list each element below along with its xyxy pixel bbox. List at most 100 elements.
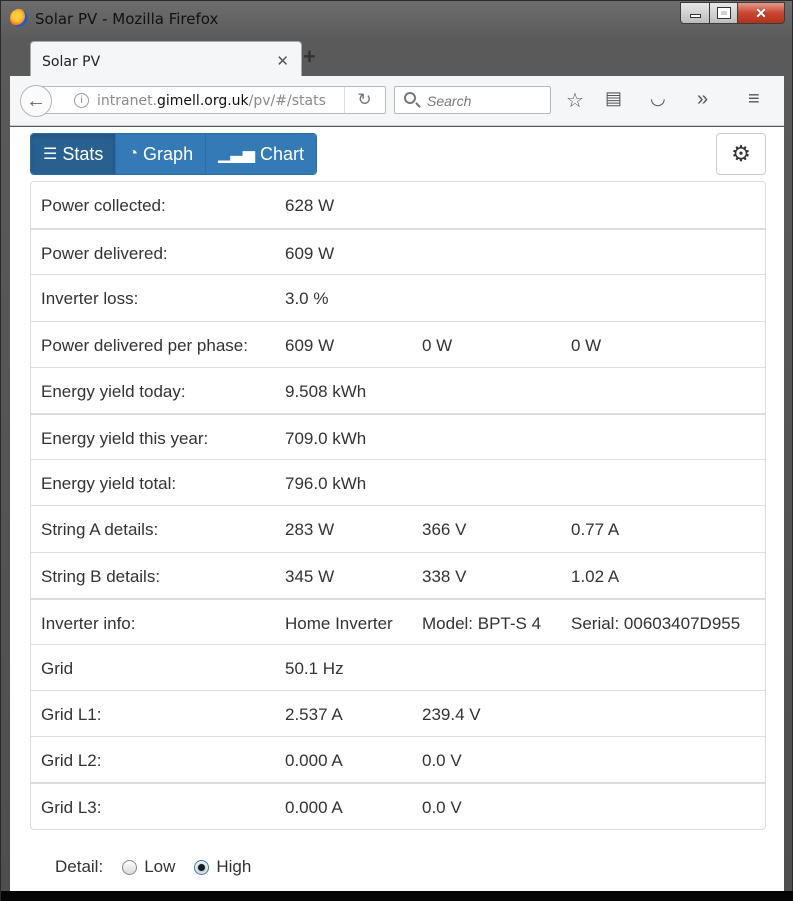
window-bottom-border [1, 891, 793, 901]
search-input[interactable]: Search [394, 86, 551, 114]
stat-label: Grid [41, 658, 74, 678]
stat-value-3: Serial: 00603407D955 [571, 613, 741, 633]
stats-row: Energy yield total: 796.0 kWh [31, 459, 765, 505]
stat-label: Energy yield this year: [41, 428, 209, 448]
stat-value-1: 709.0 kWh [285, 428, 367, 448]
chart-button[interactable]: ▁▃▅ Chart [205, 134, 317, 174]
stats-table: Power collected: 628 W Power delivered: 609… [30, 181, 766, 830]
bookmark-star-icon[interactable]: ☆ [566, 88, 584, 113]
info-icon[interactable]: i [74, 93, 89, 108]
stat-value-1: 609 W [285, 335, 335, 355]
stat-value-2: Model: BPT-S 4 [422, 613, 542, 633]
stat-value-1: 3.0 % [285, 289, 329, 309]
stats-button[interactable]: ☰ Stats [31, 134, 116, 174]
stats-row: Energy yield this year: 709.0 kWh [31, 412, 765, 459]
stat-value-3: 1.02 A [571, 566, 620, 586]
stats-row: Inverter info: Home Inverter Model: BPT-S … [31, 597, 765, 644]
url-path: /pv/#/stats [248, 93, 326, 109]
detail-label: Detail: [55, 857, 104, 876]
stat-label: Grid L1: [41, 705, 102, 725]
stats-row: Energy yield today: 9.508 kWh [31, 366, 765, 413]
minimize-icon [689, 14, 701, 18]
stat-label: Grid L2: [41, 751, 102, 771]
stats-row: Power delivered per phase: 609 W 0 W 0 W [31, 320, 765, 367]
navigation-bar: i intranet.gimell.org.uk/pv/#/stats ↻ ← … [10, 76, 784, 126]
reading-list-icon[interactable]: ▤ [605, 88, 622, 109]
tab-strip: Solar PV ✕ + [10, 38, 784, 77]
stat-value-1: 2.537 A [285, 705, 343, 725]
stat-label: Inverter info: [41, 613, 136, 633]
stats-row: Grid 50.1 Hz [31, 643, 765, 690]
stat-label: Energy yield today: [41, 381, 186, 401]
stat-label: Grid L3: [41, 798, 102, 818]
dashboard-icon: ◔ [128, 145, 139, 162]
maximize-button[interactable] [710, 2, 738, 24]
stat-label: String B details: [41, 566, 161, 586]
stat-label: Energy yield total: [41, 474, 177, 494]
detail-high-label[interactable]: High [216, 857, 251, 877]
detail-high-radio[interactable] [194, 859, 210, 875]
stat-value-2: 0 W [422, 335, 453, 355]
close-icon: ✕ [755, 4, 767, 21]
stat-value-2: 0.0 V [422, 798, 462, 818]
stat-value-1: Home Inverter [285, 613, 393, 633]
reload-icon[interactable]: ↻ [344, 87, 384, 113]
search-icon [404, 92, 416, 104]
url-bar[interactable]: i intranet.gimell.org.uk/pv/#/stats ↻ [40, 86, 386, 114]
stat-value-1: 609 W [285, 244, 335, 264]
pocket-icon[interactable]: ◡ [650, 88, 666, 109]
stat-value-3: 0 W [571, 335, 602, 355]
stat-value-1: 0.000 A [285, 798, 343, 818]
new-tab-button[interactable]: + [303, 44, 316, 70]
stats-row: Power delivered: 609 W [31, 228, 765, 274]
stat-label: String A details: [41, 520, 159, 540]
search-placeholder: Search [427, 93, 472, 109]
stats-row: String A details: 283 W 366 V 0.77 A [31, 505, 765, 551]
stat-label: Power delivered: [41, 244, 168, 264]
window-controls: ✕ [680, 2, 785, 24]
stat-label: Power delivered per phase: [41, 335, 248, 355]
list-icon: ☰ [43, 146, 58, 163]
detail-low-label[interactable]: Low [144, 857, 175, 877]
detail-selector: Detail: Low High [55, 857, 251, 877]
stat-value-1: 0.000 A [285, 751, 343, 771]
stat-label: Power collected: [41, 196, 166, 215]
tab-solar-pv[interactable]: Solar PV ✕ [30, 41, 302, 77]
stats-row: Grid L2: 0.000 A 0.0 V [31, 736, 765, 782]
title-bar: Solar PV - Mozilla Firefox ✕ [1, 1, 793, 37]
url-host-prefix: intranet. [97, 93, 158, 109]
gear-icon: ⚙ [731, 141, 751, 166]
page-content: ☰ Stats ◔ Graph ▁▃▅ Chart ⚙ Power collec… [10, 127, 784, 891]
url-text[interactable]: intranet.gimell.org.uk/pv/#/stats [97, 93, 326, 109]
stat-value-2: 366 V [422, 520, 467, 540]
stat-value-1: 283 W [285, 520, 335, 540]
stat-value-1: 628 W [285, 196, 335, 215]
browser-window: Solar PV - Mozilla Firefox ✕ Solar PV ✕ … [0, 0, 793, 901]
tab-label: Solar PV [42, 54, 101, 70]
hamburger-menu-icon[interactable]: ≡ [748, 88, 760, 111]
detail-low-radio[interactable] [122, 859, 138, 875]
stat-label: Inverter loss: [41, 289, 139, 309]
stat-value-2: 338 V [422, 566, 467, 586]
chart-label: Chart [260, 143, 305, 164]
graph-button[interactable]: ◔ Graph [115, 134, 206, 174]
stat-value-2: 239.4 V [422, 705, 481, 725]
url-host: gimell.org.uk [157, 93, 249, 109]
stats-row: Grid L3: 0.000 A 0.0 V [31, 782, 765, 828]
firefox-logo-icon [10, 9, 28, 27]
stat-value-2: 0.0 V [422, 751, 462, 771]
stats-label: Stats [62, 143, 104, 164]
back-button[interactable]: ← [20, 85, 52, 117]
tab-close-icon[interactable]: ✕ [276, 52, 289, 70]
settings-button[interactable]: ⚙ [716, 133, 766, 175]
overflow-chevron-icon[interactable]: » [697, 88, 708, 111]
minimize-button[interactable] [680, 2, 710, 24]
close-window-button[interactable]: ✕ [738, 2, 785, 24]
stat-value-1: 345 W [285, 566, 335, 586]
back-arrow-icon: ← [26, 89, 46, 112]
signal-bars-icon: ▁▃▅ [218, 146, 255, 163]
maximize-icon [716, 7, 731, 19]
window-title: Solar PV - Mozilla Firefox [35, 10, 219, 28]
stats-row: Power collected: 628 W [31, 182, 765, 228]
view-button-group: ☰ Stats ◔ Graph ▁▃▅ Chart [30, 133, 318, 175]
